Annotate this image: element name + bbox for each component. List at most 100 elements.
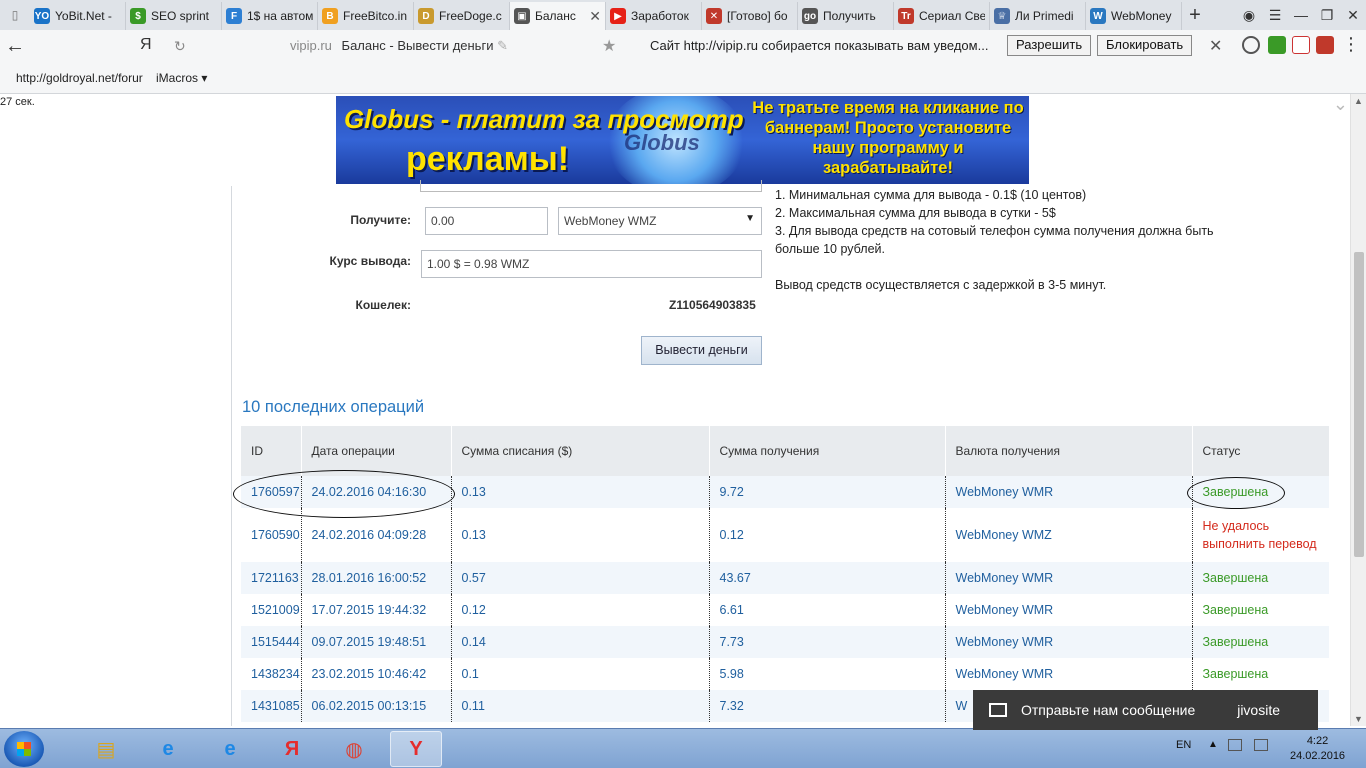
amount-input-edge[interactable] <box>420 180 762 192</box>
menu-icon[interactable]: ☰ <box>1262 7 1288 24</box>
taskbar: ▤ e e Я ◍ Y EN ▲ 4:22 24.02.2016 <box>0 728 1366 768</box>
tab-title: Заработок <box>631 9 689 23</box>
banner-right-text: Не тратьте время на кликание по баннерам… <box>752 99 1024 177</box>
ie-pinned-icon[interactable]: e <box>142 731 194 767</box>
close-tab-icon[interactable]: ✕ <box>589 8 601 25</box>
tab-strip: ▯ YO YoBit.Net - $ SEO sprint F 1$ на автом B F… <box>0 0 1366 30</box>
explorer-icon[interactable]: ▤ <box>80 731 132 767</box>
extension-icon[interactable] <box>1316 36 1334 54</box>
reload-icon[interactable]: ↻ <box>174 38 186 55</box>
cell-currency: WebMoney WMR <box>944 594 1192 626</box>
col-date: Дата операции <box>300 426 451 476</box>
chrome-icon[interactable]: ◍ <box>328 731 380 767</box>
cell-received: 6.61 <box>708 594 945 626</box>
cell-debit: 0.14 <box>450 626 709 658</box>
tab-0[interactable]: YO YoBit.Net - <box>30 2 126 30</box>
tab-favicon-icon: ✕ <box>706 8 722 24</box>
tab-1[interactable]: $ SEO sprint <box>126 2 222 30</box>
notification-text: Сайт http://vipip.ru собирается показыва… <box>650 38 989 53</box>
more-icon[interactable]: ⋮ <box>1342 34 1360 55</box>
tab-10[interactable]: ♕ Ли Primedi <box>990 2 1086 30</box>
tab-11[interactable]: W WebMoney <box>1086 2 1182 30</box>
tab-9[interactable]: Tr Сериал Све <box>894 2 990 30</box>
language-indicator[interactable]: EN <box>1176 739 1191 751</box>
yandex-logo[interactable]: Я <box>140 36 152 54</box>
minimize-button[interactable]: — <box>1288 7 1314 23</box>
block-button[interactable]: Блокировать <box>1097 35 1193 56</box>
banner-logo: Globus <box>624 130 700 155</box>
cell-date: 06.02.2015 00:13:15 <box>300 690 451 722</box>
bookmark-imacros[interactable]: iMacros ▾ <box>156 71 207 85</box>
tab-title: Ли Primedi <box>1015 9 1074 23</box>
clock[interactable]: 4:22 24.02.2016 <box>1290 734 1345 764</box>
table-header-row: ID Дата операции Сумма списания ($) Сумм… <box>241 426 1329 476</box>
tab-4[interactable]: D FreeDoge.c <box>414 2 510 30</box>
network-icon[interactable] <box>1228 739 1242 751</box>
download-icon[interactable] <box>1268 36 1286 54</box>
tab-7[interactable]: ✕ [Готово] бо <box>702 2 798 30</box>
new-tab-button[interactable]: + <box>1182 4 1208 27</box>
back-button[interactable]: ← <box>0 35 30 58</box>
chat-widget[interactable]: Отправьте нам сообщение jivosite <box>973 690 1318 730</box>
info-line-2: 2. Максимальная сумма для вывода в сутки… <box>775 206 1056 220</box>
profile-icon[interactable]: ◉ <box>1236 7 1262 24</box>
tab-title: Баланс <box>535 9 576 23</box>
chat-brand: jivosite <box>1237 702 1280 718</box>
sc-extension-icon[interactable] <box>1292 36 1310 54</box>
cell-debit: 0.1 <box>450 658 709 690</box>
restore-button[interactable]: ❐ <box>1314 7 1340 24</box>
yandex-browser-icon[interactable]: Y <box>390 731 442 767</box>
start-button[interactable] <box>4 731 44 767</box>
close-window-button[interactable]: ✕ <box>1340 7 1366 24</box>
tab-favicon-icon: ▣ <box>514 8 530 24</box>
cell-date: 17.07.2015 19:44:32 <box>300 594 451 626</box>
yandex-app-icon[interactable]: Я <box>266 731 318 767</box>
withdraw-panel: Получите: 0.00 WebMoney WMZ ▼ Курс вывод… <box>231 180 1329 726</box>
tab-5[interactable]: ▣ Баланс ✕ <box>510 2 606 30</box>
scroll-up-icon[interactable]: ▲ <box>1354 96 1363 106</box>
tab-8[interactable]: go Получить <box>798 2 894 30</box>
operations-title: 10 последних операций <box>242 398 425 416</box>
allow-button[interactable]: Разрешить <box>1007 35 1092 56</box>
col-id: ID <box>241 426 301 476</box>
tab-title: WebMoney <box>1111 9 1172 23</box>
action-center-icon[interactable] <box>1254 739 1268 751</box>
cell-date: 09.07.2015 19:48:51 <box>300 626 451 658</box>
tray-arrow-icon[interactable]: ▲ <box>1208 739 1218 750</box>
wallet-value: Z110564903835 <box>669 298 756 312</box>
tab-title: FreeBitco.in <box>343 9 408 23</box>
bookmark-star-icon[interactable]: ★ <box>602 36 616 56</box>
cell-id: 1438234 <box>251 667 300 681</box>
window-controls: ◉ ☰ — ❐ ✕ <box>1236 0 1366 30</box>
cell-received: 7.73 <box>708 626 945 658</box>
bookmark-goldroyal[interactable]: http://goldroyal.net/forur <box>16 71 143 85</box>
tab-2[interactable]: F 1$ на автом <box>222 2 318 30</box>
url-field[interactable]: vipip.ru Баланс - Вывести деньги ✎ <box>290 38 508 54</box>
ie-icon[interactable]: e <box>204 731 256 767</box>
tab-3[interactable]: B FreeBitco.in <box>318 2 414 30</box>
rate-input[interactable]: 1.00 $ = 0.98 WMZ <box>421 250 762 278</box>
cell-received: 7.32 <box>708 690 945 722</box>
page-content: 27 сек. Globus - платит за просмотр рекл… <box>0 94 1350 726</box>
currency-select[interactable]: WebMoney WMZ ▼ <box>558 207 762 235</box>
cell-id: 1721163 <box>241 562 301 594</box>
scroll-down-icon[interactable]: ▼ <box>1354 714 1363 724</box>
table-row: 1438234 23.02.2015 10:46:42 0.1 5.98 WebMone… <box>241 658 1329 690</box>
receive-input[interactable]: 0.00 <box>425 207 548 235</box>
globe-icon[interactable] <box>1242 36 1260 54</box>
withdraw-button[interactable]: Вывести деньги <box>641 336 762 365</box>
tab-favicon-icon: $ <box>130 8 146 24</box>
cell-id: 1521009 <box>251 603 300 617</box>
info-line-1: 1. Минимальная сумма для вывода - 0.1$ (… <box>775 188 1087 202</box>
tab-6[interactable]: ▶ Заработок <box>606 2 702 30</box>
ad-banner[interactable]: Globus - платит за просмотр рекламы! Glo… <box>336 96 1029 184</box>
col-status: Статус <box>1191 426 1329 476</box>
scroll-thumb[interactable] <box>1354 252 1364 557</box>
vertical-scrollbar[interactable]: ▲ ▼ <box>1350 94 1366 726</box>
tab-favicon-icon: B <box>322 8 338 24</box>
close-notification-icon[interactable]: ✕ <box>1209 36 1222 56</box>
mail-icon <box>989 703 1007 717</box>
chevron-down-icon[interactable]: ⌄ <box>1333 94 1348 115</box>
timer-text: 27 сек. <box>0 96 35 108</box>
pin-icon[interactable]: ▯ <box>0 0 30 30</box>
